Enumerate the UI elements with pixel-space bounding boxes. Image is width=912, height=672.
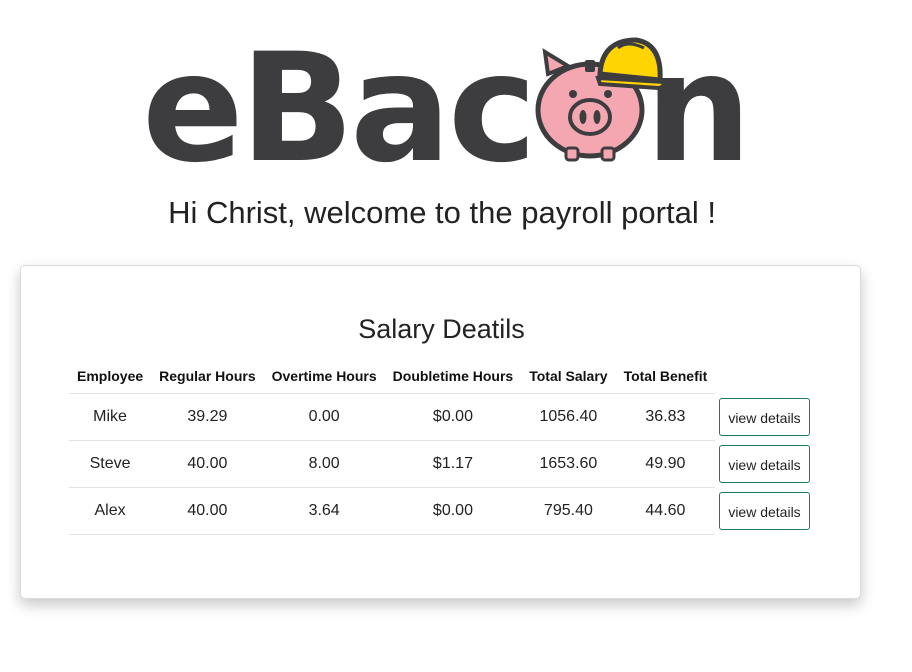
- table-header-row: Employee Regular Hours Overtime Hours Do…: [69, 358, 810, 394]
- cell-regular-hours: 40.00: [151, 487, 264, 535]
- cell-employee: Alex: [69, 487, 152, 535]
- ebacon-logo-svg: e B a c n: [142, 22, 752, 172]
- cell-doubletime-hours: $0.00: [384, 487, 522, 535]
- header-regular-hours: Regular Hours: [151, 358, 264, 394]
- cell-total-salary: 1056.40: [521, 393, 616, 441]
- header-employee: Employee: [69, 358, 152, 394]
- header-action: [715, 358, 809, 394]
- cell-total-benefit: 44.60: [615, 487, 716, 535]
- logo-letter-e: e: [142, 22, 244, 172]
- table-row: Mike 39.29 0.00 $0.00 1056.40 36.83 view…: [69, 393, 810, 441]
- cell-doubletime-hours: $1.17: [384, 440, 522, 488]
- header-overtime-hours: Overtime Hours: [263, 358, 385, 394]
- salary-details-title: Salary Deatils: [358, 314, 525, 344]
- logo-letter-b: B: [240, 22, 354, 172]
- cell-total-salary: 1653.60: [521, 440, 616, 488]
- hard-hat-icon: [595, 37, 667, 91]
- cell-overtime-hours: 0.00: [263, 393, 385, 441]
- view-details-button-mike[interactable]: view details: [719, 398, 810, 436]
- view-details-button-steve[interactable]: view details: [719, 445, 810, 483]
- header-total-benefit: Total Benefit: [615, 358, 716, 394]
- logo-letter-a: a: [350, 22, 451, 172]
- cell-action: view details: [715, 441, 810, 488]
- table-row: Alex 40.00 3.64 $0.00 795.40 44.60 view …: [69, 487, 810, 535]
- welcome-message: Hi Christ, welcome to the payroll portal…: [168, 195, 716, 230]
- ebacon-logo: e B a c n: [0, 22, 912, 172]
- cell-total-salary: 795.40: [521, 487, 616, 535]
- cell-regular-hours: 39.29: [151, 393, 264, 441]
- view-details-button-alex[interactable]: view details: [719, 492, 810, 530]
- logo-letter-n: n: [645, 22, 752, 172]
- header-doubletime-hours: Doubletime Hours: [384, 358, 522, 394]
- cell-doubletime-hours: $0.00: [384, 393, 522, 441]
- logo-letter-c: c: [448, 22, 537, 172]
- cell-overtime-hours: 8.00: [263, 440, 385, 488]
- salary-details-card: Salary Deatils Employee Regular Hours Ov…: [20, 265, 861, 599]
- salary-table: Employee Regular Hours Overtime Hours Do…: [69, 358, 810, 535]
- cell-overtime-hours: 3.64: [263, 487, 385, 535]
- cell-total-benefit: 49.90: [615, 440, 716, 488]
- header-total-salary: Total Salary: [521, 358, 616, 394]
- table-row: Steve 40.00 8.00 $1.17 1653.60 49.90 vie…: [69, 440, 810, 488]
- cell-employee: Mike: [69, 393, 152, 441]
- cell-action: view details: [715, 488, 810, 535]
- cell-employee: Steve: [69, 440, 152, 488]
- cell-regular-hours: 40.00: [151, 440, 264, 488]
- cell-action: view details: [715, 394, 810, 441]
- cell-total-benefit: 36.83: [615, 393, 716, 441]
